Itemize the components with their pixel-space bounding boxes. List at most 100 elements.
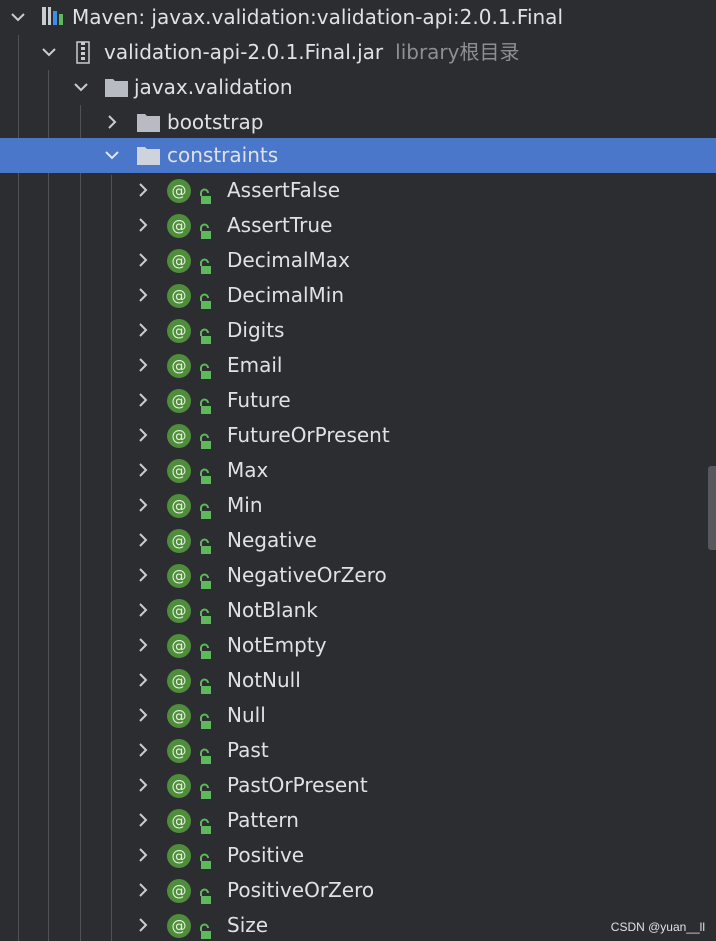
annotation-icon: @ — [167, 424, 191, 448]
tree-node-annotation[interactable]: @ Min — [0, 488, 716, 523]
annotation-icon: @ — [167, 459, 191, 483]
annotation-icon: @ — [167, 634, 191, 658]
tree-node-annotation[interactable]: @ Size — [0, 908, 716, 941]
chevron-right-icon[interactable] — [133, 873, 153, 908]
public-lock-icon — [198, 357, 212, 379]
chevron-right-icon[interactable] — [133, 768, 153, 803]
tree-node-label: Negative — [227, 528, 317, 552]
public-lock-icon — [198, 742, 212, 764]
tree-node-annotation[interactable]: @ AssertFalse — [0, 173, 716, 208]
annotation-icon: @ — [167, 914, 191, 938]
tree-node-annotation[interactable]: @ DecimalMin — [0, 278, 716, 313]
tree-node-annotation[interactable]: @ Past — [0, 733, 716, 768]
tree-node-annotation[interactable]: @ Positive — [0, 838, 716, 873]
tree-node-label: PastOrPresent — [227, 773, 368, 797]
tree-node-annotation[interactable]: @ Null — [0, 698, 716, 733]
annotation-icon: @ — [167, 739, 191, 763]
chevron-right-icon[interactable] — [133, 383, 153, 418]
annotation-icon: @ — [167, 214, 191, 238]
tree-node-label: NotEmpty — [227, 633, 327, 657]
chevron-right-icon[interactable] — [133, 453, 153, 488]
annotation-icon: @ — [167, 564, 191, 588]
annotation-icon: @ — [167, 669, 191, 693]
chevron-right-icon[interactable] — [133, 313, 153, 348]
tree-node-annotation[interactable]: @ Max — [0, 453, 716, 488]
tree-node-label: AssertTrue — [227, 213, 333, 237]
chevron-right-icon[interactable] — [133, 838, 153, 873]
chevron-right-icon[interactable] — [133, 278, 153, 313]
chevron-right-icon[interactable] — [133, 733, 153, 768]
tree-node-annotation[interactable]: @ AssertTrue — [0, 208, 716, 243]
tree-node-jar[interactable]: validation-api-2.0.1.Final.jar library根目录 — [0, 35, 716, 70]
public-lock-icon — [198, 532, 212, 554]
chevron-right-icon[interactable] — [102, 105, 122, 140]
tree-node-annotation[interactable]: @ Negative — [0, 523, 716, 558]
chevron-right-icon[interactable] — [133, 803, 153, 838]
annotation-icon: @ — [167, 354, 191, 378]
folder-icon — [136, 138, 162, 173]
tree-node-label: Future — [227, 388, 291, 412]
chevron-right-icon[interactable] — [133, 418, 153, 453]
tree-node-annotation[interactable]: @ NotNull — [0, 663, 716, 698]
tree-node-label: DecimalMin — [227, 283, 345, 307]
public-lock-icon — [198, 392, 212, 414]
tree-node-package-javax-validation[interactable]: javax.validation — [0, 70, 716, 105]
chevron-right-icon[interactable] — [133, 208, 153, 243]
chevron-right-icon[interactable] — [133, 593, 153, 628]
tree-node-annotation[interactable]: @ FutureOrPresent — [0, 418, 716, 453]
public-lock-icon — [198, 217, 212, 239]
public-lock-icon — [198, 322, 212, 344]
chevron-right-icon[interactable] — [133, 663, 153, 698]
tree-node-annotation[interactable]: @ Future — [0, 383, 716, 418]
folder-icon — [104, 70, 130, 105]
tree-node-annotation[interactable]: @ Email — [0, 348, 716, 383]
chevron-right-icon[interactable] — [133, 488, 153, 523]
tree-node-label: AssertFalse — [227, 178, 341, 202]
tree-node-annotation[interactable]: @ NotBlank — [0, 593, 716, 628]
public-lock-icon — [198, 287, 212, 309]
tree-node-annotation[interactable]: @ PastOrPresent — [0, 768, 716, 803]
chevron-down-icon[interactable] — [8, 0, 28, 35]
annotation-icon: @ — [167, 844, 191, 868]
public-lock-icon — [198, 427, 212, 449]
tree-node-label: Digits — [227, 318, 285, 342]
tree-node-package-constraints[interactable]: constraints — [0, 138, 716, 173]
chevron-down-icon[interactable] — [39, 35, 59, 70]
chevron-right-icon[interactable] — [133, 628, 153, 663]
project-tree: Maven: javax.validation:validation-api:2… — [0, 0, 716, 941]
tree-node-annotation[interactable]: @ PositiveOrZero — [0, 873, 716, 908]
public-lock-icon — [198, 882, 212, 904]
chevron-right-icon[interactable] — [133, 243, 153, 278]
tree-node-label: DecimalMax — [227, 248, 350, 272]
tree-node-package-bootstrap[interactable]: bootstrap — [0, 105, 716, 140]
annotation-icon: @ — [167, 319, 191, 343]
tree-node-maven-library[interactable]: Maven: javax.validation:validation-api:2… — [0, 0, 716, 35]
library-root-hint: library根目录 — [395, 40, 520, 64]
tree-node-label: Email — [227, 353, 283, 377]
tree-node-label: Null — [227, 703, 266, 727]
annotation-icon: @ — [167, 249, 191, 273]
tree-node-annotation[interactable]: @ Pattern — [0, 803, 716, 838]
chevron-right-icon[interactable] — [133, 348, 153, 383]
tree-node-label: Max — [227, 458, 269, 482]
chevron-right-icon[interactable] — [133, 173, 153, 208]
tree-node-annotation[interactable]: @ DecimalMax — [0, 243, 716, 278]
chevron-right-icon[interactable] — [133, 908, 153, 941]
chevron-down-icon[interactable] — [71, 70, 91, 105]
public-lock-icon — [198, 812, 212, 834]
jar-archive-icon — [74, 35, 94, 70]
tree-node-annotation[interactable]: @ NegativeOrZero — [0, 558, 716, 593]
public-lock-icon — [198, 567, 212, 589]
chevron-down-icon[interactable] — [102, 138, 122, 173]
chevron-right-icon[interactable] — [133, 698, 153, 733]
tree-node-annotation[interactable]: @ Digits — [0, 313, 716, 348]
public-lock-icon — [198, 777, 212, 799]
tree-node-annotation[interactable]: @ NotEmpty — [0, 628, 716, 663]
tree-node-label: constraints — [167, 143, 279, 167]
public-lock-icon — [198, 462, 212, 484]
vertical-scrollbar-thumb[interactable] — [708, 466, 716, 550]
chevron-right-icon[interactable] — [133, 558, 153, 593]
chevron-right-icon[interactable] — [133, 523, 153, 558]
tree-node-label: NegativeOrZero — [227, 563, 387, 587]
tree-node-label: FutureOrPresent — [227, 423, 390, 447]
